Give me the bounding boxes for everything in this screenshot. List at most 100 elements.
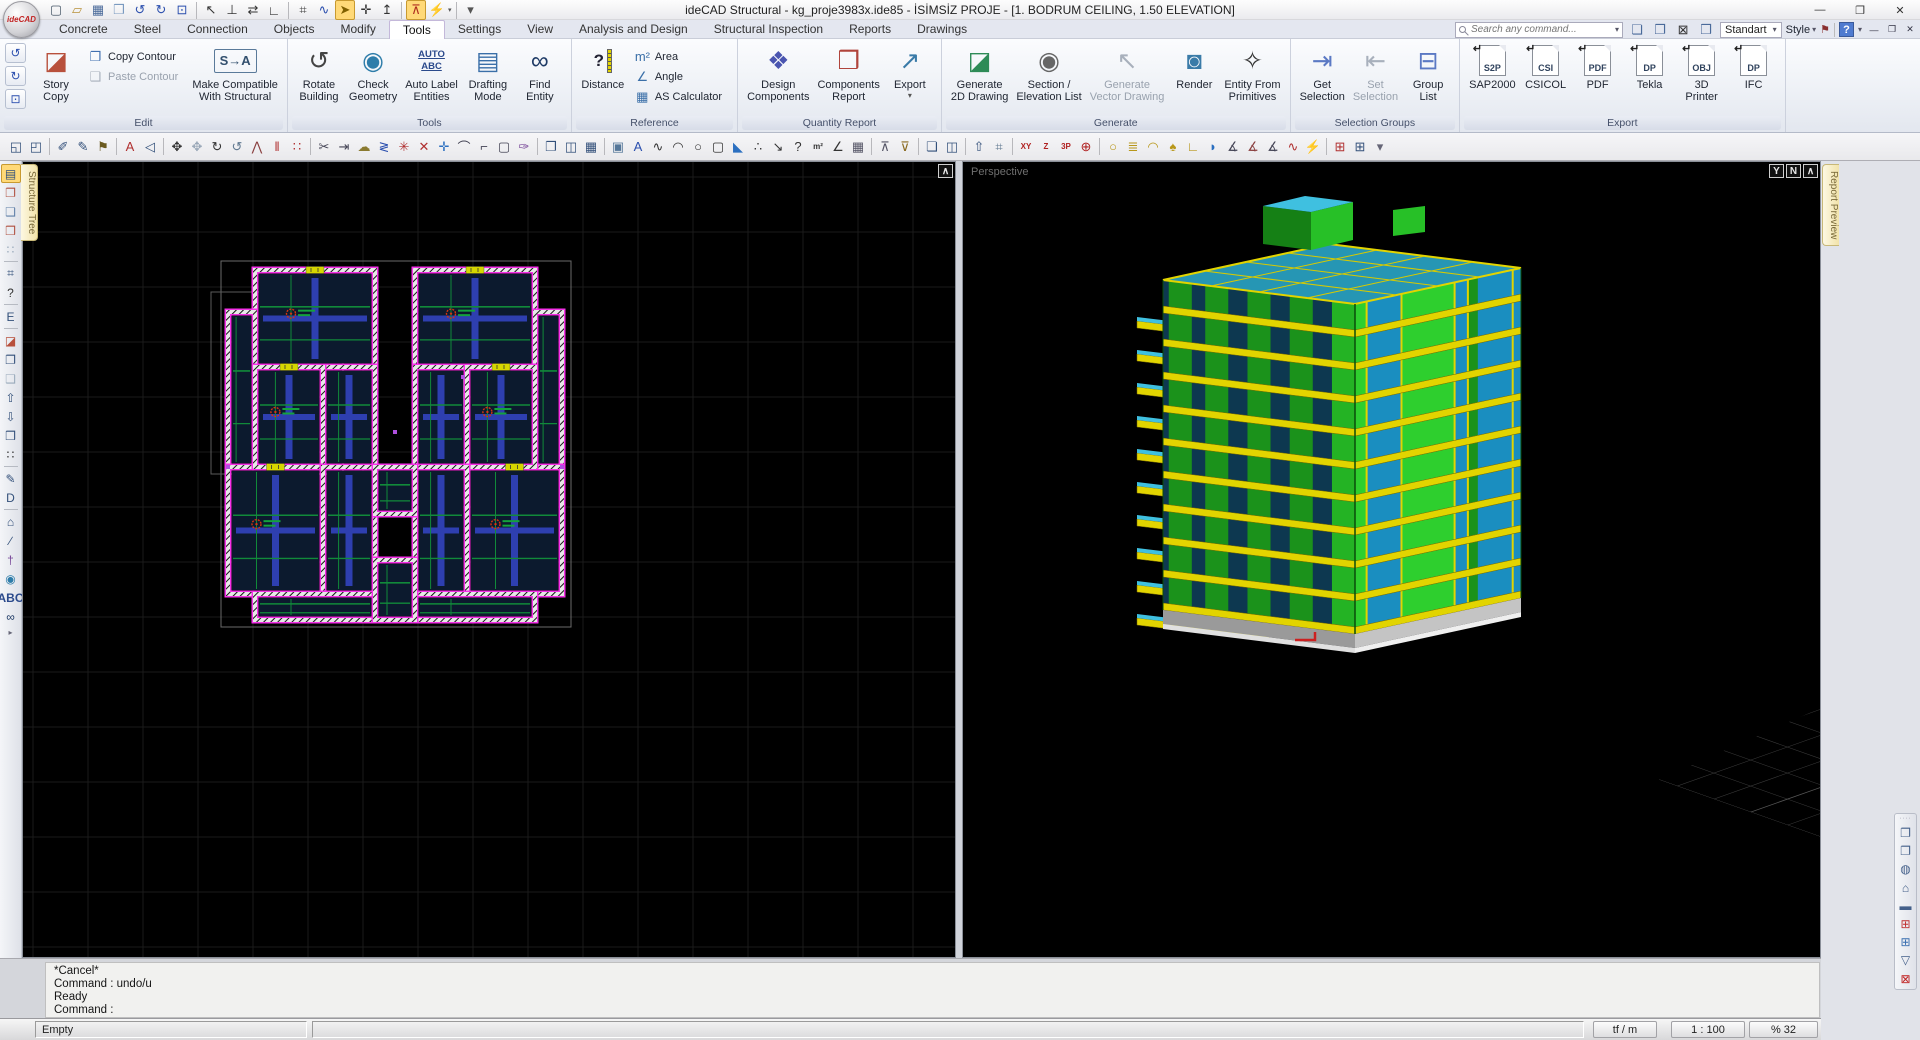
minimize-button[interactable]: — [1800, 0, 1840, 20]
table-icon[interactable]: ⊞ [1350, 137, 1370, 157]
reference-grid-icon[interactable]: ⌗ [989, 137, 1009, 157]
select-cursor-icon[interactable]: ↖ [201, 0, 221, 20]
sheet-icon[interactable]: ❏ [922, 137, 942, 157]
level-view-icon[interactable]: ⊽ [895, 137, 915, 157]
restore-button[interactable]: ❐ [1840, 0, 1880, 20]
forms-editor-icon[interactable]: ▤ [1, 164, 21, 183]
mesh-report-icon[interactable]: ⊞ [1896, 933, 1916, 951]
command-line-panel[interactable]: *Cancel*Command : undo/uReadyCommand : [45, 962, 1820, 1018]
measure-area-icon[interactable]: m² [808, 137, 828, 157]
insert-node-icon[interactable]: ✛ [434, 137, 454, 157]
area-button[interactable]: m²Area [631, 47, 726, 66]
note-tool-icon[interactable]: ⚑ [93, 137, 113, 157]
dome-tool-icon[interactable]: ◠ [1143, 137, 1163, 157]
beam-report-icon[interactable]: ▬ [1896, 897, 1916, 915]
query-measure-icon[interactable]: ? [1, 283, 21, 302]
quick-run-icon[interactable]: ⚡ [427, 0, 447, 20]
as-calc-icon[interactable]: ▦ [848, 137, 868, 157]
check-geometry-button[interactable]: ◉CheckGeometry [345, 42, 401, 114]
plan-canvas[interactable] [23, 162, 955, 957]
tab-settings[interactable]: Settings [445, 20, 514, 39]
arc-icon[interactable]: ◠ [668, 137, 688, 157]
redo-icon[interactable]: ↻ [151, 0, 171, 20]
polar-array-icon[interactable]: ∷ [1, 445, 21, 464]
save-icon[interactable]: ▦ [88, 0, 108, 20]
rotate-building-button[interactable]: ↺RotateBuilding [293, 42, 345, 114]
generate-2d-drawing-button[interactable]: ◪Generate2D Drawing [947, 42, 1012, 114]
solid-tool-icon[interactable]: ◗ [1203, 137, 1223, 157]
lines-report-icon[interactable]: ❐ [1896, 842, 1916, 860]
rotate-reference-icon[interactable]: ↺ [227, 137, 247, 157]
doc-restore-button[interactable]: ❐ [1884, 22, 1900, 37]
format-painter-icon[interactable]: ✑ [514, 137, 534, 157]
polyline-snap-icon[interactable]: ∿ [314, 0, 334, 20]
hopper-report-icon[interactable]: ▽ [1896, 951, 1916, 969]
export-pdf-button[interactable]: PDFPDF [1572, 42, 1624, 114]
storey-copy-icon[interactable]: ◪ [1, 331, 21, 350]
polyline-icon[interactable]: ∿ [648, 137, 668, 157]
view-control-y[interactable]: Y [1769, 164, 1784, 178]
help-dropdown-icon[interactable]: ▾ [1858, 25, 1862, 34]
graph-displacement-icon[interactable]: ∡ [1223, 137, 1243, 157]
undo-icon[interactable]: ↺ [130, 0, 150, 20]
tab-reports[interactable]: Reports [836, 20, 904, 39]
tab-structural-inspection[interactable]: Structural Inspection [701, 20, 836, 39]
app-logo[interactable]: ideCAD [3, 1, 40, 38]
distance-button[interactable]: ?Distance [577, 42, 629, 114]
selection-filter-icon[interactable]: ⊠ [1673, 20, 1693, 40]
entity-copy-icon[interactable]: ❐ [1, 183, 21, 202]
spline-icon[interactable]: ∴ [748, 137, 768, 157]
stair-tool-icon[interactable]: ≣ [1123, 137, 1143, 157]
array-icon[interactable]: ∷ [287, 137, 307, 157]
view-control-∧[interactable]: ∧ [1803, 164, 1818, 178]
save-all-icon[interactable]: ❒ [109, 0, 129, 20]
check-geometry-icon[interactable]: ◉ [1, 569, 21, 588]
divide-icon[interactable]: ✳ [394, 137, 414, 157]
perpendicular-icon[interactable]: ⊥ [222, 0, 242, 20]
analysis-run-icon[interactable]: ⚡ [1303, 137, 1323, 157]
status-zoom[interactable]: % 32 [1749, 1021, 1818, 1038]
extend-icon[interactable]: ⇥ [334, 137, 354, 157]
grid-snap-icon[interactable]: ⌗ [293, 0, 313, 20]
copy-icon[interactable]: ❐ [1, 350, 21, 369]
report-table-icon[interactable]: ⊞ [1330, 137, 1350, 157]
copy-storey-below-icon[interactable]: ⇩ [1, 407, 21, 426]
new-file-icon[interactable]: ▢ [46, 0, 66, 20]
fillet-icon[interactable]: ⌒ [454, 137, 474, 157]
measure-distance-icon[interactable]: ? [788, 137, 808, 157]
tab-tools[interactable]: Tools [389, 20, 445, 39]
open-file-icon[interactable]: ▱ [67, 0, 87, 20]
text-style-icon[interactable]: A [120, 137, 140, 157]
dimension-tool-icon[interactable]: D [1, 488, 21, 507]
elevation-tool-icon[interactable]: ⊼ [406, 0, 426, 20]
mirror-icon[interactable]: ⋀ [247, 137, 267, 157]
zoom-window-icon[interactable]: ◱ [6, 137, 26, 157]
send-to-back-icon[interactable]: ❏ [1627, 20, 1647, 40]
view-control-n[interactable]: N [1786, 164, 1801, 178]
plan-axon-button[interactable]: ∧ [938, 164, 953, 178]
undo-window-icon[interactable]: ⊡ [172, 0, 192, 20]
tab-steel[interactable]: Steel [121, 20, 174, 39]
erase-icon[interactable]: ◁ [140, 137, 160, 157]
ucs-3p-icon[interactable]: 3P [1056, 137, 1076, 157]
paste-icon[interactable]: ❑ [1, 369, 21, 388]
region-select-icon[interactable]: ▢ [494, 137, 514, 157]
tab-analysis-and-design[interactable]: Analysis and Design [566, 20, 701, 39]
export-ifc-button[interactable]: DPIFC [1728, 42, 1780, 114]
tab-concrete[interactable]: Concrete [46, 20, 121, 39]
match-properties-icon[interactable]: ❒ [1, 221, 21, 240]
help-button[interactable]: ? [1839, 22, 1854, 37]
drafting-mode-button[interactable]: ▤DraftingMode [462, 42, 514, 114]
circle-icon[interactable]: ○ [688, 137, 708, 157]
node-snap-icon[interactable]: ➤ [335, 0, 355, 20]
building-tool-icon[interactable]: ⌂ [1, 512, 21, 531]
slope-line-icon[interactable]: ∕ [1, 531, 21, 550]
building-report-icon[interactable]: ⌂ [1896, 879, 1916, 897]
auto-label-icon[interactable]: ABC [1, 588, 21, 607]
measure-angle-icon[interactable]: ∠ [828, 137, 848, 157]
command-search-box[interactable]: ▾ [1455, 22, 1623, 38]
chamfer-icon[interactable]: ⌐ [474, 137, 494, 157]
block-icon[interactable]: ◫ [561, 137, 581, 157]
hatch-icon[interactable]: ▦ [581, 137, 601, 157]
tab-view[interactable]: View [514, 20, 566, 39]
